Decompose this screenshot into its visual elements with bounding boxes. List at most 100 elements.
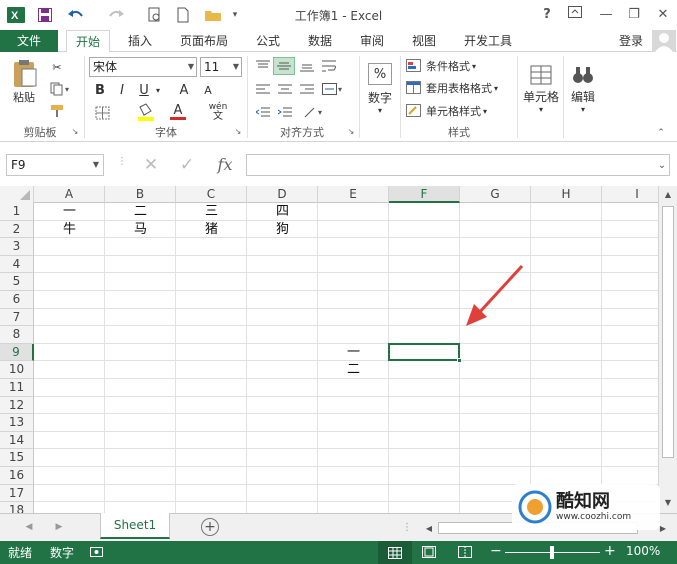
align-bottom-icon[interactable] [297,57,317,75]
cell-e10[interactable]: 二 [318,361,389,378]
row-header-6[interactable]: 6 [0,291,34,309]
font-size-select[interactable]: 11 ▼ [200,57,242,77]
cell-b2[interactable]: 马 [105,221,176,238]
column-header-h[interactable]: H [531,186,602,203]
wrap-text-icon[interactable] [320,57,340,75]
tab-insert[interactable]: 插入 [120,30,160,52]
page-break-view-icon[interactable] [458,546,472,561]
tab-home[interactable]: 开始 [66,30,110,53]
row-header-7[interactable]: 7 [0,308,34,327]
grow-font-button[interactable]: A [176,81,192,99]
row-header-4[interactable]: 4 [0,255,34,274]
column-header-f[interactable]: F [389,186,460,203]
conditional-format-button[interactable]: 条件格式 ▾ [406,57,506,75]
prev-sheet-icon[interactable]: ◀ [22,520,36,534]
shrink-font-button[interactable]: A [200,81,216,99]
next-sheet-icon[interactable]: ▶ [52,520,66,534]
fill-color-icon[interactable] [134,102,158,122]
cell-a1[interactable]: 一 [34,203,105,220]
cell-c1[interactable]: 三 [176,203,247,220]
row-header-8[interactable]: 8 [0,326,34,344]
help-button[interactable]: ? [537,5,557,25]
row-header-9[interactable]: 9 [0,343,34,362]
align-left-icon[interactable] [253,80,273,98]
font-name-select[interactable]: 宋体 ▼ [89,57,197,77]
normal-view-button[interactable] [378,541,412,564]
editing-button[interactable]: 编辑 ▾ [566,58,600,120]
split-grip-icon[interactable]: ⋮ [402,522,412,533]
copy-icon[interactable]: ▾ [47,80,75,98]
cell-c2[interactable]: 猪 [176,221,247,238]
orientation-icon[interactable]: ▾ [300,103,328,121]
align-center-icon[interactable] [275,80,295,98]
increase-indent-icon[interactable] [275,103,295,121]
zoom-level[interactable]: 100% [626,544,660,558]
underline-dropdown-icon[interactable]: ▾ [153,83,163,97]
column-header-e[interactable]: E [318,186,389,203]
row-header-14[interactable]: 14 [0,431,34,450]
tab-developer[interactable]: 开发工具 [456,30,520,52]
font-color-button[interactable]: A [168,102,188,122]
avatar[interactable] [652,30,676,52]
paste-button[interactable]: 粘贴 [6,56,42,108]
align-middle-icon[interactable] [273,57,295,75]
ribbon-display-icon[interactable] [565,5,585,25]
cut-icon[interactable]: ✂ [47,58,67,76]
tab-data[interactable]: 数据 [300,30,340,52]
format-painter-icon[interactable] [47,102,67,120]
fill-handle[interactable] [457,358,462,364]
name-box[interactable]: F9 ▼ [6,154,104,176]
column-header-c[interactable]: C [176,186,247,203]
active-cell-outline[interactable] [388,342,462,364]
zoom-out-button[interactable]: − [490,543,502,559]
cell-d1[interactable]: 四 [247,203,318,220]
cells-button[interactable]: 单元格 ▾ [521,58,561,120]
tab-view[interactable]: 视图 [404,30,444,52]
scroll-down-icon[interactable]: ▼ [659,494,677,511]
sheet-tab-active[interactable]: Sheet1 [100,513,170,539]
borders-icon[interactable] [92,104,114,122]
clipboard-launcher-icon[interactable]: ↘ [70,126,80,136]
cell-styles-button[interactable]: 单元格样式 ▾ [406,102,506,120]
zoom-slider-thumb[interactable] [550,546,554,559]
close-button[interactable]: ✕ [653,5,673,25]
row-header-5[interactable]: 5 [0,273,34,291]
scroll-up-icon[interactable]: ▲ [659,186,677,203]
formula-input[interactable] [246,154,670,176]
font-launcher-icon[interactable]: ↘ [233,126,243,136]
column-header-i[interactable]: I [602,186,658,203]
phonetic-guide-button[interactable]: wén 文 [208,101,228,123]
cancel-icon[interactable]: ✕ [140,155,162,175]
row-header-3[interactable]: 3 [0,238,34,256]
expand-formula-icon[interactable]: ⌄ [655,158,669,172]
row-header-18[interactable]: 18 [0,502,34,513]
scroll-left-icon[interactable]: ◀ [422,521,436,535]
cell-e9[interactable]: 一 [318,344,389,361]
add-sheet-button[interactable]: + [201,518,219,536]
page-layout-view-icon[interactable] [422,546,436,561]
row-header-11[interactable]: 11 [0,379,34,397]
format-as-table-button[interactable]: 套用表格格式 ▾ [406,79,516,97]
column-header-a[interactable]: A [34,186,105,203]
column-header-b[interactable]: B [105,186,176,203]
vertical-scrollbar[interactable]: ▲ ▼ [658,186,677,513]
worksheet-grid[interactable]: ABCDEFGHI 1 2 3 4 5 6 7 8 9 10 11 12 13 14 15 16 17 18 一二三… [0,186,658,513]
cell-b1[interactable]: 二 [105,203,176,220]
macro-record-icon[interactable] [90,545,104,562]
row-header-16[interactable]: 16 [0,467,34,485]
cell-d2[interactable]: 狗 [247,221,318,238]
underline-button[interactable]: U [136,81,152,99]
scroll-thumb[interactable] [662,206,674,458]
number-format-button[interactable]: % 数字 ▾ [365,58,395,120]
tab-page-layout[interactable]: 页面布局 [172,30,236,52]
alignment-launcher-icon[interactable]: ↘ [346,126,356,136]
row-header-10[interactable]: 10 [0,361,34,379]
insert-function-button[interactable]: fx [212,153,238,175]
decrease-indent-icon[interactable] [253,103,273,121]
restore-button[interactable]: ❐ [624,5,644,25]
row-header-1[interactable]: 1 [0,203,34,221]
tab-formulas[interactable]: 公式 [248,30,288,52]
cell-a2[interactable]: 牛 [34,221,105,238]
tab-file[interactable]: 文件 [0,30,58,52]
row-header-12[interactable]: 12 [0,396,34,415]
